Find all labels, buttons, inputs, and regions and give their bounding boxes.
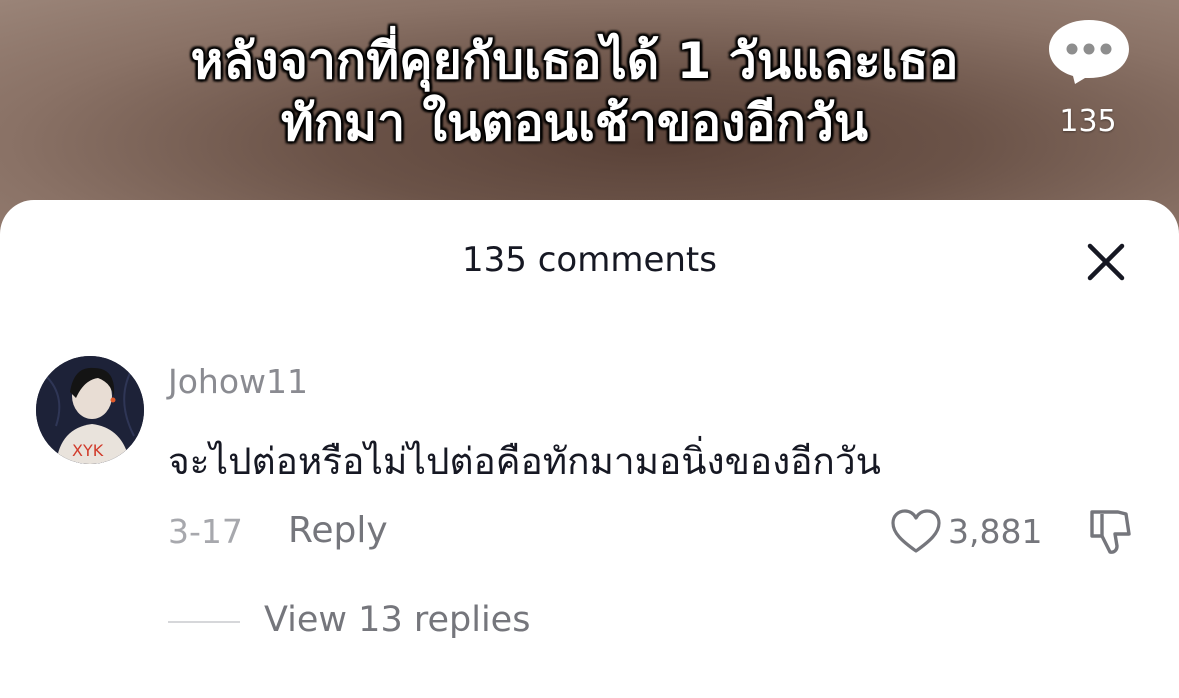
sheet-title: 135 comments (462, 240, 717, 280)
reply-button[interactable]: Reply (288, 510, 388, 551)
close-icon[interactable] (1082, 238, 1130, 286)
view-replies-button[interactable]: View 13 replies (264, 600, 530, 640)
caption-line-1: หลังจากที่คุยกับเธอได้ 1 วันและเธอ (190, 32, 959, 90)
caption-line-2: ทักมา ในตอนเช้าของอีกวัน (280, 94, 869, 152)
video-caption: หลังจากที่คุยกับเธอได้ 1 วันและเธอ ทักมา… (0, 30, 1179, 154)
svg-text:XYK: XYK (72, 441, 104, 460)
comment-text: จะไปต่อหรือไม่ไปต่อคือทักมามอนิ่งของอีกว… (168, 440, 881, 483)
comment-username[interactable]: Johow11 (168, 362, 308, 401)
comment-date: 3-17 (168, 512, 243, 551)
replies-divider (168, 621, 240, 623)
comments-sheet: 135 comments XYK Johow11 จะไปต่อหรือไม่ไ… (0, 200, 1179, 698)
like-count: 3,881 (948, 512, 1043, 551)
heart-outline-icon[interactable] (888, 504, 944, 560)
thumbs-down-icon[interactable] (1082, 506, 1134, 558)
video-comment-count: 135 (1059, 104, 1117, 139)
comment-bubble-icon[interactable] (1045, 16, 1133, 86)
avatar[interactable]: XYK (36, 356, 144, 464)
